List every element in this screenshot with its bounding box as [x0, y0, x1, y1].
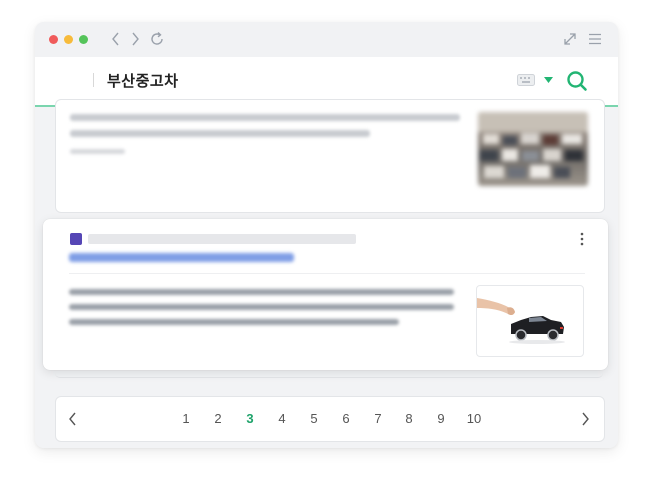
result-url[interactable] [88, 234, 356, 244]
menu-icon[interactable] [587, 30, 603, 48]
more-options-icon[interactable] [579, 232, 585, 246]
prev-page-icon[interactable] [66, 411, 80, 427]
card-stack-edge [55, 373, 603, 378]
page-8[interactable]: 8 [399, 411, 419, 426]
result-card-1[interactable] [55, 99, 605, 213]
search-icon[interactable] [566, 70, 588, 92]
header-divider [93, 73, 94, 87]
page-3-current[interactable]: 3 [240, 411, 260, 426]
page-4[interactable]: 4 [272, 411, 292, 426]
pagination: 1 2 3 4 5 6 7 8 9 10 [55, 396, 605, 442]
result-card-2[interactable] [43, 219, 608, 370]
result-snippet-line [69, 289, 454, 295]
result-title-link[interactable] [69, 253, 294, 262]
page-2[interactable]: 2 [208, 411, 228, 426]
result-thumbnail[interactable] [476, 285, 584, 357]
page-9[interactable]: 9 [431, 411, 451, 426]
result-separator [69, 273, 585, 274]
page-10[interactable]: 10 [463, 411, 485, 426]
close-window-button[interactable] [49, 35, 58, 44]
results-area: 1 2 3 4 5 6 7 8 9 10 [35, 99, 618, 448]
dropdown-caret-icon[interactable] [544, 77, 553, 83]
page-6[interactable]: 6 [336, 411, 356, 426]
page-7[interactable]: 7 [368, 411, 388, 426]
result-date [70, 149, 125, 154]
page-5[interactable]: 5 [304, 411, 324, 426]
reload-icon[interactable] [149, 30, 165, 48]
keyboard-icon[interactable] [517, 74, 535, 86]
toy-car-image [477, 298, 565, 344]
minimize-window-button[interactable] [64, 35, 73, 44]
search-query-text[interactable]: 부산중고차 [107, 70, 179, 91]
browser-titlebar [35, 22, 618, 57]
next-page-icon[interactable] [578, 411, 592, 427]
result-snippet-line [70, 130, 370, 137]
result-snippet-line [69, 304, 454, 310]
result-thumbnail[interactable] [478, 112, 588, 186]
result-snippet-line [70, 114, 460, 121]
maximize-window-button[interactable] [79, 35, 88, 44]
expand-icon[interactable] [562, 30, 578, 48]
site-favicon [70, 233, 82, 245]
browser-window: 부산중고차 1 2 3 4 5 6 7 8 9 10 [35, 22, 618, 448]
back-icon[interactable] [110, 30, 122, 48]
result-snippet-line [69, 319, 399, 325]
forward-icon[interactable] [129, 30, 141, 48]
page-1[interactable]: 1 [176, 411, 196, 426]
